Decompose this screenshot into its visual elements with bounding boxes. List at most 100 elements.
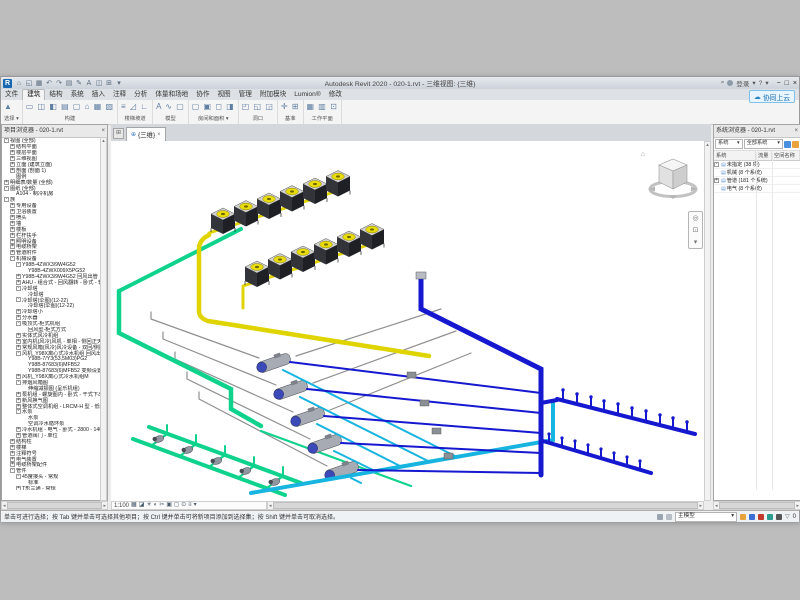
expand-collapse-icon[interactable]: - [16, 409, 21, 414]
column-header[interactable]: 流量 [756, 151, 772, 160]
expand-collapse-icon[interactable]: + [10, 144, 15, 149]
system-row[interactable]: - ▤ 未指定 (38 项) [714, 161, 800, 169]
zoom-icon[interactable]: ⊡ [693, 226, 699, 234]
expand-collapse-icon[interactable]: + [4, 180, 9, 185]
close-icon[interactable]: × [101, 125, 105, 137]
expand-collapse-icon[interactable] [22, 386, 27, 391]
ribbon-panel[interactable]: ▭ ◫ ◧ ▤ ▢ ⌂ ▦ ▧ 构建 [23, 100, 118, 124]
expand-collapse-icon[interactable]: + [10, 227, 15, 232]
ribbon-panel[interactable]: ≡ ◿ ∟ 楼梯坡道 [118, 100, 153, 124]
scale-button[interactable]: 1:100 [114, 503, 129, 509]
column-header[interactable]: 系统 [714, 151, 756, 160]
restore-button[interactable]: □ [785, 80, 789, 87]
modify-icon[interactable]: ✎ [75, 79, 83, 88]
close-view-icon[interactable]: × [157, 132, 161, 138]
expand-collapse-icon[interactable] [22, 327, 27, 332]
expand-collapse-icon[interactable] [714, 186, 719, 191]
ribbon-panel-icons[interactable]: ✛ ⊞ [281, 102, 300, 111]
system-browser-hscrollbar[interactable]: ◂▸ [713, 501, 800, 510]
expand-collapse-icon[interactable]: - [10, 468, 15, 473]
shadows-icon[interactable]: ◐ [154, 502, 158, 509]
text-icon[interactable]: A [85, 79, 93, 88]
expand-collapse-icon[interactable]: - [16, 286, 21, 291]
ribbon-tab[interactable]: 建筑 [22, 89, 45, 100]
expand-collapse-icon[interactable]: - [16, 262, 21, 267]
system-row[interactable]: + ▤ 管道 (181 个系统) [714, 177, 800, 185]
expand-collapse-icon[interactable]: + [10, 162, 15, 167]
expand-collapse-icon[interactable]: - [4, 186, 9, 191]
view-tab-3d[interactable]: ⊕ {三维} × [126, 127, 166, 141]
expand-collapse-icon[interactable]: + [16, 486, 21, 490]
link-icon[interactable] [749, 514, 755, 520]
expand-collapse-icon[interactable]: + [10, 239, 15, 244]
steering-wheel-icon[interactable]: ◎ [692, 214, 698, 222]
expand-collapse-icon[interactable]: - [16, 380, 21, 385]
cloud-plugin-button[interactable]: ☁ 协同上云 [749, 90, 795, 103]
crop-region-icon[interactable]: ▣ [166, 502, 172, 509]
ribbon-panel[interactable]: ▢ ▣ ◻ ◨ 房间和面积 ▾ [189, 100, 239, 124]
press-drag-icon[interactable] [767, 514, 773, 520]
close-button[interactable]: × [793, 80, 797, 87]
settings-button-icon[interactable] [792, 141, 799, 148]
expand-collapse-icon[interactable]: + [16, 280, 21, 285]
ribbon-tab[interactable]: 注释 [109, 90, 130, 100]
expand-collapse-icon[interactable]: + [16, 427, 21, 432]
qat-more-icon[interactable]: ▾ [115, 79, 123, 88]
crop-view-icon[interactable]: ✂ [159, 502, 164, 509]
ribbon-tab[interactable]: 视图 [213, 90, 234, 100]
avatar[interactable] [727, 80, 733, 86]
navigation-bar[interactable]: ◎ ⊡ ▾ [688, 211, 703, 249]
chillers[interactable] [254, 350, 359, 482]
home-icon[interactable]: ⌂ [15, 79, 23, 88]
ribbon-tab[interactable]: 文件 [1, 90, 22, 100]
expand-collapse-icon[interactable] [714, 170, 719, 175]
ribbon-panel[interactable]: ◰ ◱ ◲ 洞口 [239, 100, 278, 124]
expand-collapse-icon[interactable]: + [10, 439, 15, 444]
expand-collapse-icon[interactable]: + [10, 168, 15, 173]
expand-collapse-icon[interactable]: + [16, 274, 21, 279]
reveal-hidden-icon[interactable]: ≡ [188, 502, 192, 509]
ribbon-tab[interactable]: 系统 [67, 90, 88, 100]
expand-collapse-icon[interactable]: - [16, 351, 21, 356]
minimize-button[interactable]: − [777, 80, 781, 87]
expand-collapse-icon[interactable] [10, 174, 15, 179]
ribbon-panel-icons[interactable]: A ∿ ▢ [156, 102, 185, 111]
ribbon-tab[interactable]: 体量和场地 [151, 90, 192, 100]
yellow-pipes[interactable] [199, 184, 429, 356]
expand-collapse-icon[interactable]: + [16, 392, 21, 397]
undo-icon[interactable]: ↶ [45, 79, 53, 88]
ribbon-panel[interactable]: ▲ 选择 ▾ [1, 100, 23, 124]
expand-collapse-icon[interactable]: + [16, 398, 21, 403]
ribbon-tab[interactable]: 管理 [235, 90, 256, 100]
view-select[interactable]: 系统▾ [715, 139, 743, 149]
detail-level-icon[interactable]: ▦ [131, 502, 137, 509]
expand-collapse-icon[interactable]: + [10, 244, 15, 249]
expand-collapse-icon[interactable] [22, 268, 27, 273]
expand-collapse-icon[interactable] [22, 415, 27, 420]
expand-collapse-icon[interactable]: + [16, 404, 21, 409]
close-icon[interactable]: × [794, 125, 798, 137]
expand-collapse-icon[interactable]: + [16, 309, 21, 314]
viewcube-home-icon[interactable]: ⌂ [641, 151, 645, 158]
ribbon-panel-icons[interactable]: ▭ ◫ ◧ ▤ ▢ ⌂ ▦ ▧ [26, 102, 114, 111]
filter-select[interactable]: 全部系统▾ [744, 139, 783, 149]
ribbon-tab[interactable]: 附加模块 [256, 90, 290, 100]
expand-collapse-icon[interactable]: + [10, 150, 15, 155]
viewcube[interactable] [647, 151, 699, 203]
expand-collapse-icon[interactable]: + [10, 462, 15, 467]
ribbon-tab[interactable]: 结构 [45, 90, 66, 100]
expand-collapse-icon[interactable] [22, 356, 27, 361]
blue-pipes[interactable] [290, 279, 695, 475]
canvas-vscrollbar[interactable]: ▴ [704, 141, 711, 501]
background-process-icon[interactable] [776, 514, 782, 520]
expand-collapse-icon[interactable]: + [16, 433, 21, 438]
expand-collapse-icon[interactable]: - [4, 197, 9, 202]
gray-pipes[interactable] [151, 309, 471, 466]
expand-collapse-icon[interactable]: + [10, 445, 15, 450]
ribbon-tab[interactable]: 分析 [130, 90, 151, 100]
ribbon-tab[interactable]: 插入 [88, 90, 109, 100]
expand-collapse-icon[interactable]: + [10, 209, 15, 214]
expand-collapse-icon[interactable]: + [16, 374, 21, 379]
expand-collapse-icon[interactable]: + [10, 203, 15, 208]
ribbon-panel[interactable]: A ∿ ▢ 模型 [153, 100, 189, 124]
